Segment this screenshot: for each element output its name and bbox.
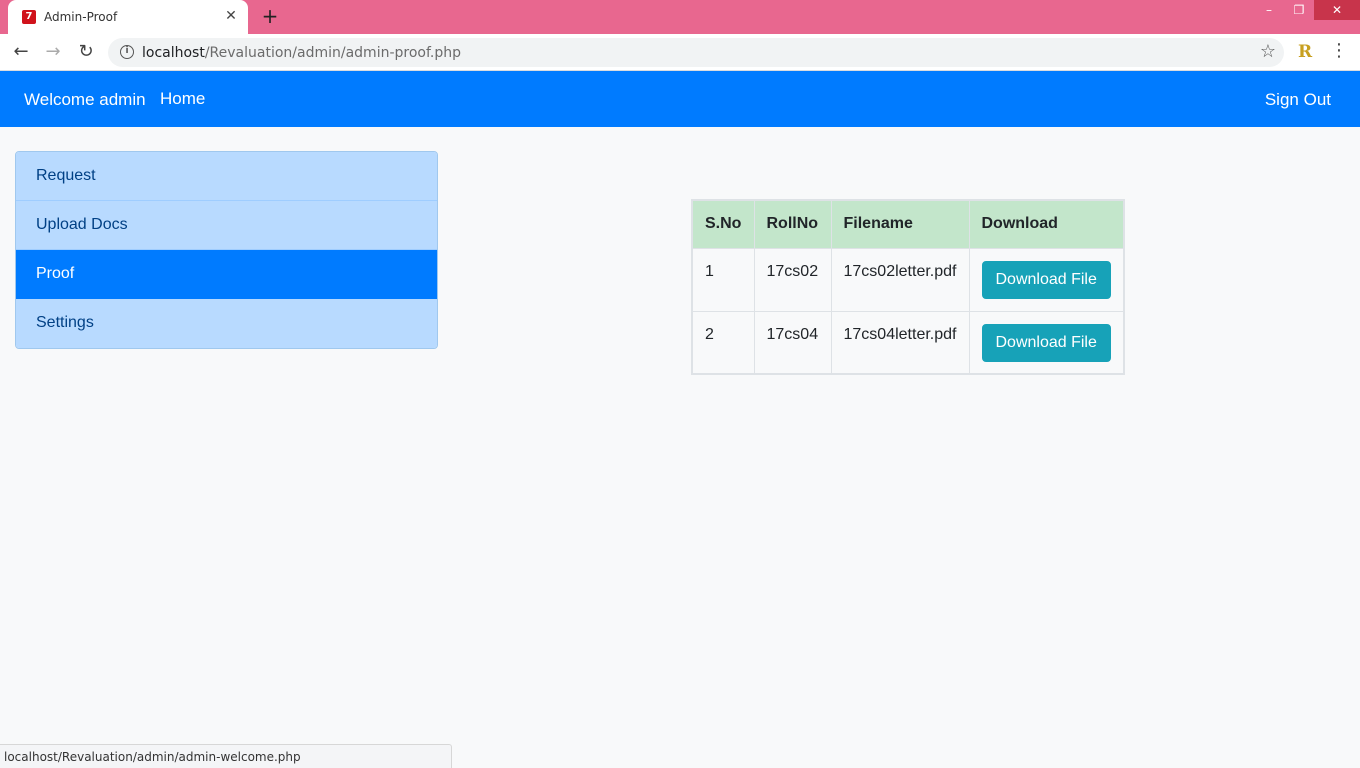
tab-title: Admin-Proof <box>44 10 118 24</box>
url-path: /Revaluation/admin/admin-proof.php <box>204 45 461 61</box>
sidebar-item-proof[interactable]: Proof <box>16 250 437 299</box>
sidebar: Request Upload Docs Proof Settings <box>15 151 438 349</box>
header-filename: Filename <box>830 199 970 249</box>
download-file-button[interactable]: Download File <box>981 260 1111 299</box>
cell-rollno: 17cs04 <box>753 310 832 375</box>
header-download: Download <box>968 199 1125 249</box>
close-window-icon[interactable]: ✕ <box>1314 0 1360 20</box>
status-bar: localhost/Revaluation/admin/admin-welcom… <box>0 744 452 768</box>
sidebar-item-request[interactable]: Request <box>16 152 437 201</box>
new-tab-icon[interactable]: + <box>258 4 282 28</box>
header-rollno: RollNo <box>753 199 832 249</box>
navbar-brand[interactable]: Welcome admin <box>24 90 146 110</box>
extension-icon[interactable]: R <box>1298 42 1312 62</box>
window-controls: – ❐ ✕ <box>1254 0 1360 20</box>
cell-sno: 1 <box>691 247 755 312</box>
info-icon[interactable]: i <box>120 45 134 59</box>
sidebar-item-upload-docs[interactable]: Upload Docs <box>16 201 437 250</box>
forward-icon[interactable]: → <box>41 40 65 64</box>
close-tab-icon[interactable]: ✕ <box>222 7 240 25</box>
menu-icon[interactable]: ⋮ <box>1330 40 1348 61</box>
table-header-row: S.No RollNo Filename Download <box>691 199 1125 249</box>
address-bar[interactable]: i localhost/Revaluation/admin/admin-proo… <box>108 38 1284 67</box>
url-text[interactable]: localhost/Revaluation/admin/admin-proof.… <box>142 45 461 61</box>
browser-tab[interactable]: 7 Admin-Proof ✕ <box>8 0 248 34</box>
star-icon[interactable]: ☆ <box>1260 41 1276 62</box>
cell-filename: 17cs04letter.pdf <box>830 310 970 375</box>
table-row: 2 17cs04 17cs04letter.pdf Download File <box>691 310 1125 375</box>
download-file-button[interactable]: Download File <box>981 323 1111 362</box>
sign-out-link[interactable]: Sign Out <box>1265 90 1331 110</box>
navbar: Welcome admin Home Sign Out <box>0 71 1360 127</box>
cell-filename: 17cs02letter.pdf <box>830 247 970 312</box>
proof-table: S.No RollNo Filename Download 1 17cs02 1… <box>691 199 1125 375</box>
table-row: 1 17cs02 17cs02letter.pdf Download File <box>691 247 1125 312</box>
cell-rollno: 17cs02 <box>753 247 832 312</box>
back-icon[interactable]: ← <box>9 40 33 64</box>
url-host: localhost <box>142 45 205 61</box>
restore-icon[interactable]: ❐ <box>1284 0 1314 20</box>
nav-home-link[interactable]: Home <box>160 89 205 109</box>
header-sno: S.No <box>691 199 755 249</box>
cell-sno: 2 <box>691 310 755 375</box>
browser-titlebar: 7 Admin-Proof ✕ + – ❐ ✕ <box>0 0 1360 34</box>
favicon-icon: 7 <box>22 10 36 24</box>
reload-icon[interactable]: ↻ <box>74 40 98 64</box>
minimize-icon[interactable]: – <box>1254 0 1284 20</box>
cell-download: Download File <box>968 310 1125 375</box>
sidebar-item-settings[interactable]: Settings <box>16 299 437 348</box>
cell-download: Download File <box>968 247 1125 312</box>
browser-toolbar: ← → ↻ i localhost/Revaluation/admin/admi… <box>0 34 1360 71</box>
